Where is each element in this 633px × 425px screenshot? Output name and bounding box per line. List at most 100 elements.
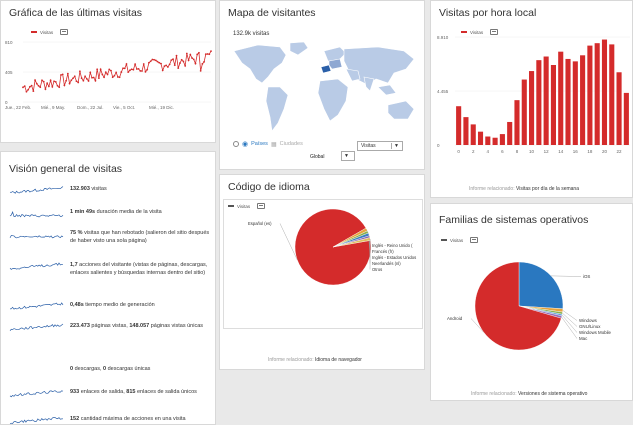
sparkline-icon[interactable] bbox=[9, 301, 64, 312]
data-point bbox=[182, 60, 185, 63]
chevron-down-icon: ▼ bbox=[391, 143, 399, 149]
data-point bbox=[129, 69, 131, 72]
data-point bbox=[153, 58, 155, 61]
language-pie-chart: Español (es) Inglés - Reino Unido (Francé… bbox=[248, 208, 416, 286]
related-report-link[interactable]: Versiones de sistema operativo bbox=[518, 391, 587, 397]
map-view-toggle: ◉ Países ▦ Ciudades bbox=[233, 140, 303, 148]
x-tick-label: 8 bbox=[516, 149, 519, 154]
label-leader bbox=[561, 316, 578, 339]
region-label: Global bbox=[310, 154, 325, 160]
data-point bbox=[184, 64, 187, 67]
data-point bbox=[101, 73, 104, 76]
data-point bbox=[70, 79, 73, 82]
data-point bbox=[49, 79, 52, 82]
related-report-link[interactable]: Idioma de navegador bbox=[315, 357, 362, 363]
metric-label: enlaces de salida, bbox=[79, 389, 127, 395]
data-point bbox=[208, 53, 211, 56]
countries-option[interactable]: Países bbox=[251, 141, 268, 147]
data-point bbox=[35, 82, 38, 85]
data-point bbox=[203, 60, 206, 63]
data-point bbox=[127, 71, 130, 74]
overview-row-text: 223.473 páginas vistas, 148.057 páginas … bbox=[70, 322, 215, 330]
data-point bbox=[115, 71, 118, 74]
y-tick-label: 8.910 bbox=[437, 35, 449, 40]
hour-bar bbox=[499, 134, 505, 145]
data-point bbox=[204, 53, 207, 56]
data-point bbox=[47, 85, 50, 88]
hour-bar bbox=[565, 58, 571, 145]
data-point bbox=[46, 82, 49, 85]
data-point bbox=[30, 84, 33, 87]
data-point bbox=[199, 69, 202, 72]
x-tick-label: 12 bbox=[544, 149, 550, 154]
hour-bar bbox=[616, 72, 622, 145]
sparkline-icon[interactable] bbox=[9, 388, 64, 399]
related-report: Informe relacionado: Versiones de sistem… bbox=[471, 391, 587, 397]
related-report: Informe relacionado: Visitas por día de … bbox=[469, 186, 579, 192]
data-point bbox=[194, 62, 197, 65]
africa bbox=[317, 78, 349, 122]
overview-row: 0,48s tiempo medio de generación bbox=[9, 301, 215, 312]
hour-bar bbox=[514, 100, 520, 145]
data-point bbox=[106, 73, 109, 76]
widget-title: Gráfica de las últimas visitas bbox=[9, 7, 143, 19]
widget-title: Familias de sistemas operativos bbox=[439, 214, 589, 226]
metric-value: 1,7 bbox=[70, 262, 78, 268]
sparkline bbox=[9, 390, 64, 398]
data-point bbox=[79, 70, 81, 73]
hour-bar bbox=[623, 92, 629, 145]
sparkline-icon[interactable] bbox=[9, 322, 64, 333]
overview-row-text: 1 min 49s duración media de la visita bbox=[70, 208, 215, 216]
overview-row: 1 min 49s duración media de la visita bbox=[9, 208, 215, 219]
related-prefix: Informe relacionado: bbox=[469, 186, 515, 192]
data-point bbox=[154, 59, 157, 62]
pie-label: Android bbox=[447, 316, 463, 321]
sparkline-icon[interactable] bbox=[9, 415, 64, 425]
related-report-link[interactable]: Visitas por día de la semana bbox=[516, 186, 579, 192]
metric-select[interactable]: Visitas ▼ bbox=[357, 141, 403, 151]
y-tick-label: 4.455 bbox=[437, 89, 449, 94]
data-point bbox=[172, 58, 174, 61]
data-point bbox=[58, 86, 61, 89]
data-point bbox=[41, 79, 43, 82]
sparkline bbox=[9, 262, 63, 270]
sparkline-icon[interactable] bbox=[9, 365, 64, 376]
data-point bbox=[173, 64, 176, 67]
sparkline-icon[interactable] bbox=[9, 185, 64, 196]
data-point bbox=[66, 72, 69, 75]
hour-bar bbox=[492, 137, 498, 145]
region-select[interactable]: ▼ bbox=[341, 151, 355, 161]
data-point bbox=[110, 69, 112, 72]
x-tick-label: Dom., 22 Jul. bbox=[77, 105, 104, 110]
data-point bbox=[185, 52, 188, 55]
sparkline-icon[interactable] bbox=[9, 229, 64, 240]
data-point bbox=[97, 77, 100, 80]
hour-bar bbox=[601, 39, 608, 145]
radio-icon[interactable] bbox=[233, 141, 239, 147]
x-tick-label: 18 bbox=[587, 149, 593, 154]
data-point bbox=[196, 53, 199, 56]
australia bbox=[387, 100, 415, 120]
data-point bbox=[130, 68, 133, 71]
x-tick-label: 2 bbox=[472, 149, 475, 154]
cities-option[interactable]: Ciudades bbox=[280, 141, 303, 147]
globe-icon: ◉ bbox=[242, 141, 249, 148]
data-point bbox=[146, 68, 149, 71]
north-america bbox=[233, 44, 287, 84]
hour-bar bbox=[609, 44, 615, 146]
data-point bbox=[113, 74, 116, 77]
data-point bbox=[177, 67, 180, 69]
data-point bbox=[206, 53, 209, 55]
sparkline-icon[interactable] bbox=[9, 208, 64, 219]
data-point bbox=[116, 76, 119, 78]
europe-north bbox=[323, 46, 347, 62]
overview-row-text: 132.903 visitas bbox=[70, 185, 215, 193]
cities-icon: ▦ bbox=[270, 141, 277, 148]
world-map[interactable] bbox=[228, 39, 424, 139]
data-point bbox=[82, 79, 85, 82]
data-point bbox=[53, 80, 55, 83]
metric-label: acciones del visitante (vistas de página… bbox=[70, 262, 208, 276]
sparkline-icon[interactable] bbox=[9, 261, 64, 272]
data-point bbox=[151, 58, 154, 61]
os-families-widget: Familias de sistemas operativos Visitas … bbox=[430, 203, 633, 401]
